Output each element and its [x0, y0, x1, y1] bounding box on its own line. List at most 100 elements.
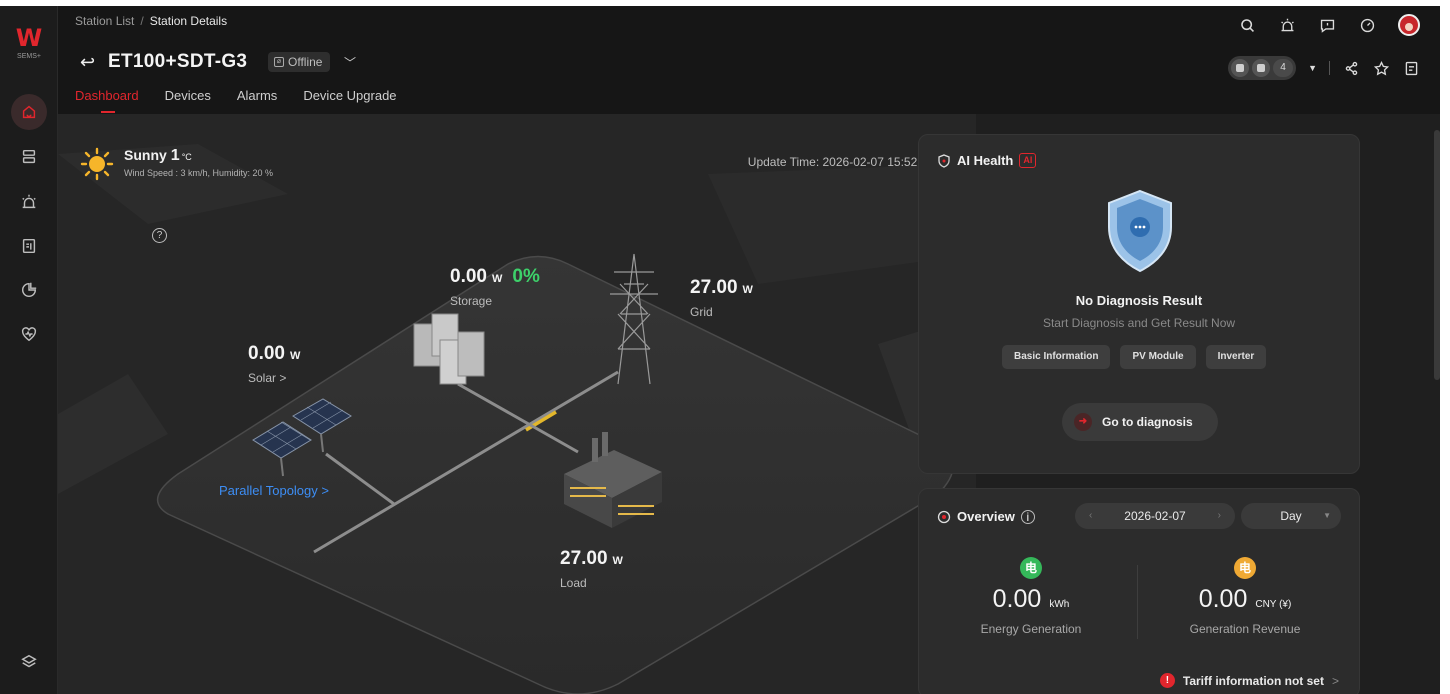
breadcrumb-station-list[interactable]: Station List — [75, 14, 134, 28]
energy-unit: kWh — [1049, 599, 1070, 610]
storage-soc: 0% — [512, 266, 540, 287]
load-value: 27.00 — [560, 548, 608, 569]
breadcrumb: Station List / Station Details — [75, 14, 227, 28]
diagnosis-shield-icon — [1108, 189, 1172, 273]
tab-alarms[interactable]: Alarms — [237, 88, 277, 103]
statistics-icon[interactable] — [11, 272, 47, 308]
back-icon[interactable]: ↩ — [80, 52, 95, 73]
tariff-warning[interactable]: ! Tariff information not set > — [1159, 673, 1339, 688]
message-icon[interactable] — [1318, 16, 1336, 34]
weather-detail: Wind Speed : 3 km/h, Humidity: 20 % — [124, 168, 274, 178]
header: Station List / Station Details ↩ ET100+SDT… — [58, 6, 1440, 114]
energy-value-row: 0.00 kWh — [931, 585, 1131, 614]
logo-mark: W — [15, 24, 43, 52]
no-diagnosis-subtitle: Start Diagnosis and Get Result Now — [1042, 316, 1236, 330]
layers-icon[interactable] — [11, 644, 47, 680]
solar-power: 0.00 W — [248, 343, 300, 365]
update-time-label: Update Time: 2026-02-07 15:52:01 — [747, 155, 934, 169]
ai-health-card: AI Health AI No Diagnosis Result Start D… — [918, 134, 1360, 474]
caret-down-icon: ▼ — [1323, 511, 1331, 520]
tab-bar: Dashboard Devices Alarms Device Upgrade — [75, 88, 397, 113]
warning-icon: ! — [1159, 673, 1175, 688]
chevron-down-icon[interactable]: ﹀ — [344, 54, 356, 71]
report-icon[interactable] — [11, 228, 47, 264]
generation-revenue-metric: 电 0.00 CNY (¥) Generation Revenue — [1145, 557, 1345, 636]
star-icon[interactable] — [1372, 59, 1390, 77]
metric-divider — [1137, 565, 1138, 639]
grid-unit: W — [742, 284, 753, 296]
overview-card: Overview i ‹ 2026-02-07 › Day ▼ 电 0.00 kW… — [918, 488, 1360, 694]
health-icon[interactable] — [11, 316, 47, 352]
chip-inverter[interactable]: Inverter — [1205, 345, 1267, 369]
breadcrumb-current: Station Details — [149, 14, 228, 28]
parallel-topology-link[interactable]: Parallel Topology > — [219, 483, 329, 498]
weather-condition: Sunny — [124, 147, 167, 163]
home-icon[interactable] — [11, 94, 47, 130]
speed-icon[interactable] — [1358, 16, 1376, 34]
alarm-icon[interactable] — [11, 184, 47, 220]
chevron-right-icon: > — [1331, 673, 1339, 688]
offline-icon: ⌀ — [274, 57, 284, 67]
scrollbar[interactable] — [1434, 130, 1440, 380]
devices-icon[interactable] — [11, 139, 47, 175]
date-picker[interactable]: ‹ 2026-02-07 › — [1075, 503, 1235, 529]
caret-down-icon[interactable]: ▼ — [1308, 63, 1317, 73]
next-date-icon[interactable]: › — [1218, 503, 1221, 529]
period-value: Day — [1280, 509, 1302, 523]
device-stack[interactable]: 4 — [1228, 56, 1297, 80]
grid-power: 27.00 W — [690, 277, 753, 299]
go-to-diagnosis-button[interactable]: ➜ Go to diagnosis — [1062, 403, 1218, 441]
export-icon[interactable] — [1402, 59, 1420, 77]
no-diagnosis-title: No Diagnosis Result — [1075, 293, 1203, 308]
energy-value: 0.00 — [992, 585, 1042, 613]
share-icon[interactable] — [1342, 59, 1360, 77]
ai-badge: AI — [1019, 153, 1037, 168]
storage-label: Storage — [450, 294, 493, 308]
period-select[interactable]: Day ▼ — [1241, 503, 1341, 529]
weather-temp: 1 — [170, 147, 180, 164]
device-avatar — [1252, 59, 1271, 77]
storage-unit: W — [491, 273, 503, 285]
help-icon[interactable]: ? — [152, 228, 167, 243]
shield-icon — [938, 153, 950, 168]
weather-main: Sunny 1 °C — [124, 147, 273, 165]
alarm-icon[interactable] — [1278, 16, 1296, 34]
status-badge: ⌀ Offline — [268, 52, 331, 72]
grid-value: 27.00 — [690, 277, 738, 298]
tab-devices[interactable]: Devices — [165, 88, 211, 103]
sun-icon — [80, 147, 114, 181]
storage-value: 0.00 — [450, 266, 487, 287]
avatar[interactable] — [1398, 14, 1420, 36]
storage-power: 0.00 W 0% — [450, 266, 540, 288]
chip-basic-information[interactable]: Basic Information — [1002, 345, 1111, 369]
overview-icon — [937, 510, 951, 523]
revenue-value: 0.00 — [1198, 585, 1248, 613]
arrow-right-icon: ➜ — [1074, 413, 1092, 431]
solar-unit: W — [289, 350, 301, 362]
search-icon[interactable] — [1238, 16, 1256, 34]
divider — [1329, 61, 1330, 75]
info-icon[interactable]: i — [1020, 509, 1035, 524]
tariff-text: Tariff information not set — [1182, 673, 1324, 688]
top-toolbar — [1238, 14, 1420, 36]
header-actions: 4 ▼ — [1228, 56, 1420, 80]
weather-temp-unit: °C — [181, 152, 192, 162]
breadcrumb-separator: / — [140, 14, 144, 28]
tab-device-upgrade[interactable]: Device Upgrade — [303, 88, 396, 103]
scene-background — [58, 144, 976, 694]
brand-logo[interactable]: W SEMS+ — [14, 26, 44, 60]
revenue-label: Generation Revenue — [1189, 622, 1301, 636]
energy-flow-scene: Sunny 1 °C Wind Speed : 3 km/h, Humidity: … — [58, 114, 976, 694]
energy-icon: 电 — [1020, 557, 1042, 579]
solar-link[interactable]: Solar > — [248, 371, 286, 385]
overview-header: Overview i — [937, 509, 1035, 524]
device-count: 4 — [1273, 59, 1294, 77]
prev-date-icon[interactable]: ‹ — [1089, 503, 1092, 529]
load-label: Load — [560, 576, 587, 590]
overview-title: Overview — [957, 509, 1015, 524]
chip-pv-module[interactable]: PV Module — [1120, 345, 1196, 369]
date-value: 2026-02-07 — [1124, 509, 1186, 523]
device-avatar — [1231, 59, 1250, 77]
energy-label: Energy Generation — [980, 622, 1082, 636]
tab-dashboard[interactable]: Dashboard — [75, 88, 139, 113]
